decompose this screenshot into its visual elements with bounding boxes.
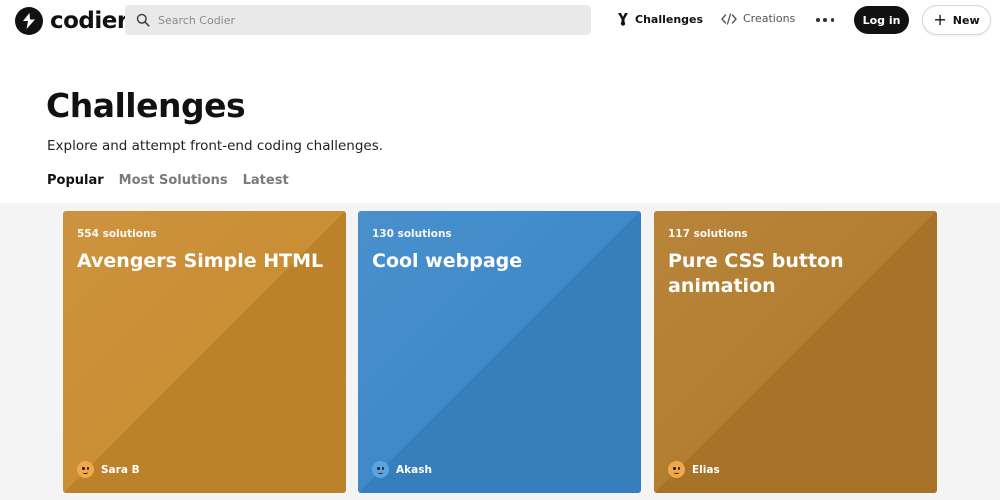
- avatar: [668, 461, 685, 478]
- nav-creations[interactable]: Creations: [721, 12, 795, 25]
- sort-tabs: Popular Most Solutions Latest: [47, 173, 304, 188]
- tab-latest[interactable]: Latest: [243, 173, 289, 188]
- nav-creations-label: Creations: [743, 12, 796, 25]
- challenge-card[interactable]: 554 solutions Avengers Simple HTML Sara …: [63, 211, 346, 493]
- login-button[interactable]: Log in: [854, 6, 909, 34]
- avatar: [77, 461, 94, 478]
- challenge-card[interactable]: 130 solutions Cool webpage Akash: [358, 211, 641, 493]
- avatar: [372, 461, 389, 478]
- new-button[interactable]: + New: [922, 5, 991, 35]
- card-solutions-count: 117 solutions: [668, 228, 748, 240]
- card-solutions-count: 554 solutions: [77, 228, 157, 240]
- card-author[interactable]: Sara B: [77, 461, 140, 478]
- trophy-icon: [618, 13, 628, 26]
- challenge-card[interactable]: 117 solutions Pure CSS button animation …: [654, 211, 937, 493]
- new-button-label: New: [952, 13, 980, 27]
- more-horizontal-icon[interactable]: [816, 12, 834, 28]
- card-title: Pure CSS button animation: [668, 250, 844, 297]
- page-subtitle: Explore and attempt front-end coding cha…: [47, 138, 384, 154]
- card-solutions-count: 130 solutions: [372, 228, 452, 240]
- author-name: Elias: [692, 463, 720, 476]
- tab-most-solutions[interactable]: Most Solutions: [119, 173, 228, 188]
- nav-challenges-label: Challenges: [635, 12, 704, 26]
- card-title: Cool webpage: [372, 250, 523, 272]
- codier-logo-icon: [15, 7, 43, 35]
- top-header: codier Challenges Creations Log in + New: [0, 0, 1000, 40]
- plus-icon: +: [933, 10, 947, 29]
- nav-challenges[interactable]: Challenges: [617, 12, 703, 26]
- logo-text: codier: [50, 8, 128, 34]
- search-icon: [136, 13, 150, 27]
- search-bar[interactable]: [125, 5, 591, 35]
- search-input[interactable]: [158, 13, 578, 27]
- page-title: Challenges: [46, 86, 246, 125]
- card-title: Avengers Simple HTML: [77, 250, 324, 272]
- card-author[interactable]: Akash: [372, 461, 432, 478]
- author-name: Sara B: [101, 463, 140, 476]
- page-hero: Challenges Explore and attempt front-end…: [0, 40, 1000, 203]
- card-author[interactable]: Elias: [668, 461, 720, 478]
- logo[interactable]: codier: [14, 6, 128, 36]
- tab-popular[interactable]: Popular: [47, 173, 104, 188]
- author-name: Akash: [396, 463, 432, 476]
- code-icon: [721, 12, 737, 25]
